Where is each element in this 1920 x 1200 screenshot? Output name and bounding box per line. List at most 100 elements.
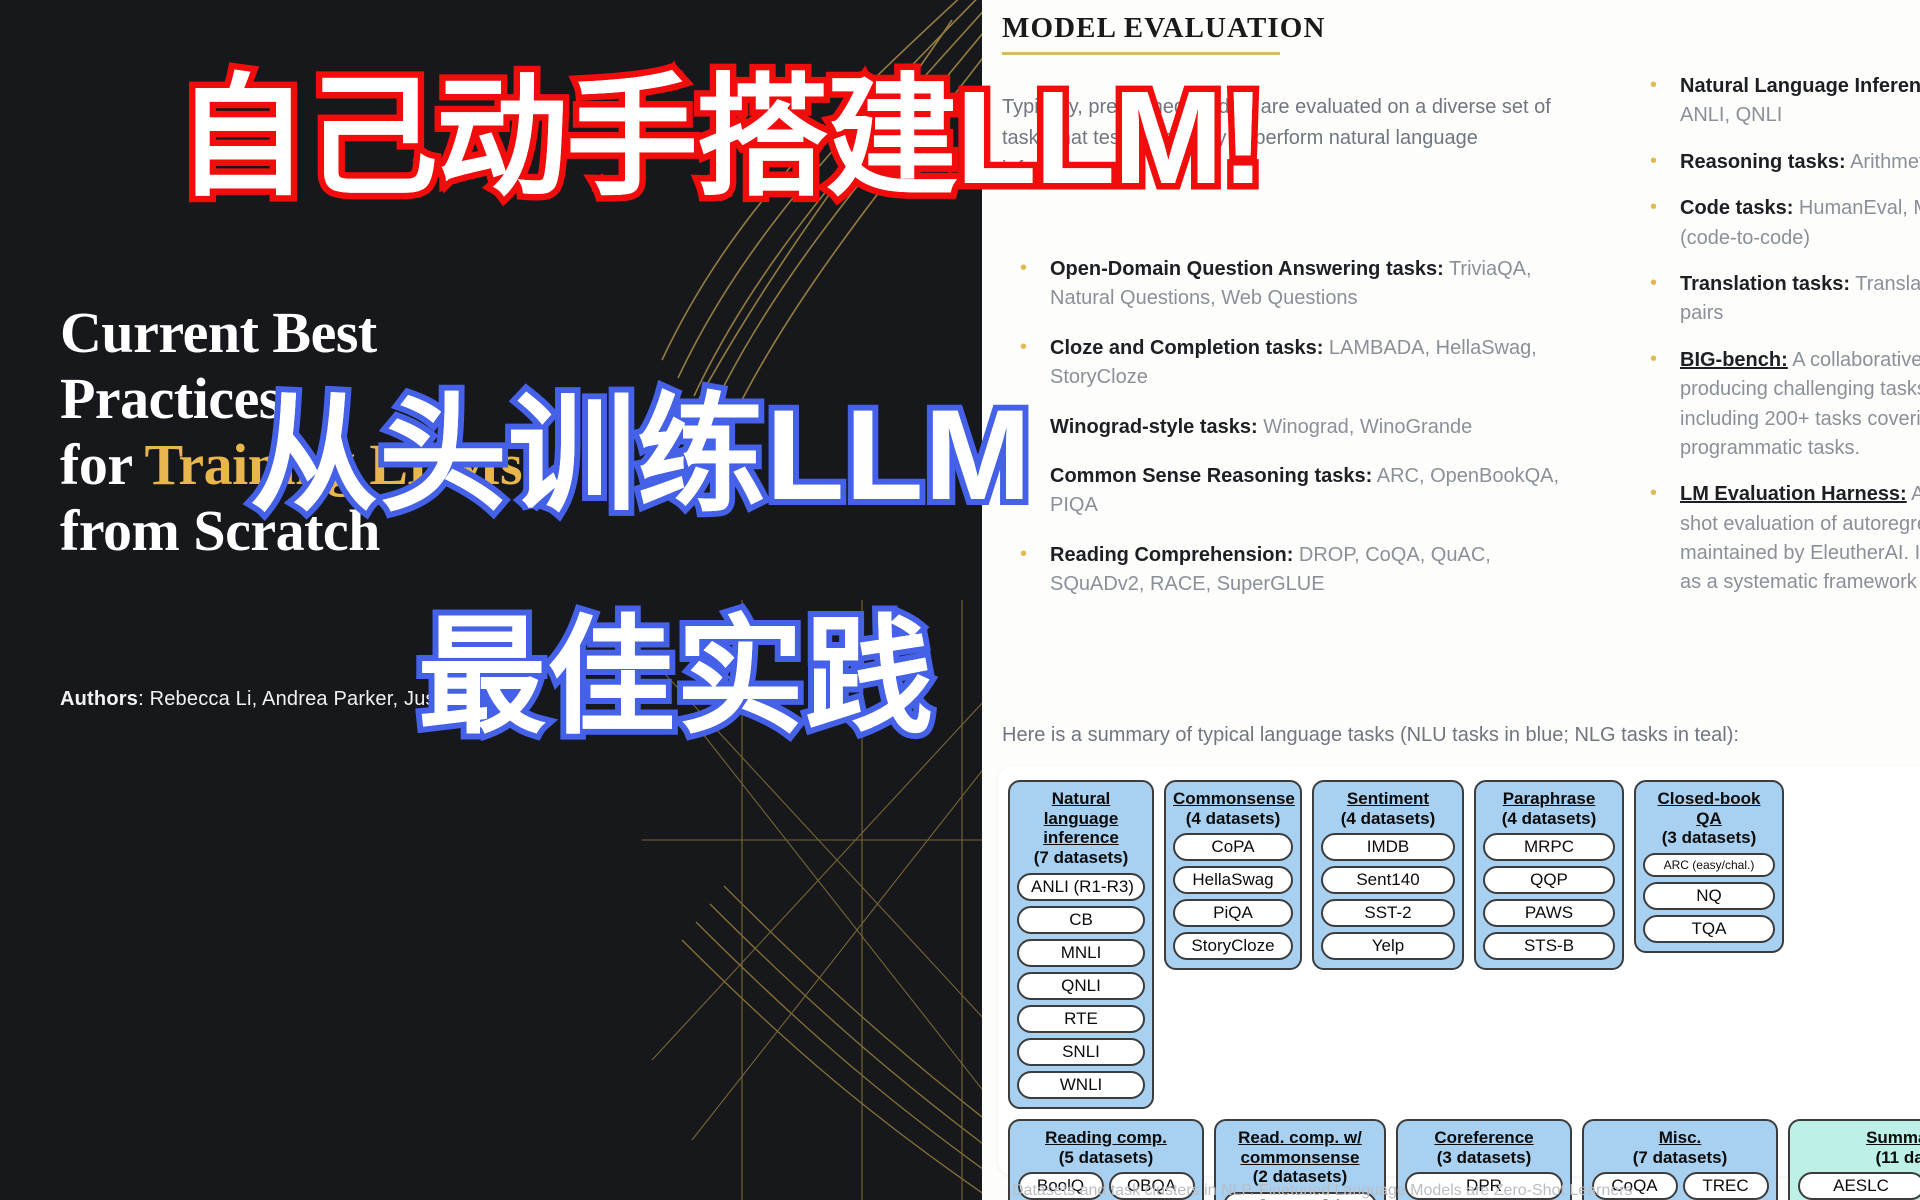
dataset-chip: IMDB bbox=[1321, 833, 1455, 862]
dataset-chip: MRPC bbox=[1483, 833, 1615, 862]
task-cluster-title-text: Commonsense bbox=[1173, 789, 1295, 808]
task-cluster-count: (11 datasets) bbox=[1875, 1147, 1920, 1167]
title-line-2: Practices bbox=[60, 366, 281, 432]
dataset-chip: ANLI (R1-R3) bbox=[1017, 872, 1145, 901]
task-cluster: Natural language inference (7 datasets) AN… bbox=[1008, 780, 1154, 1109]
bullet-item: Code tasks: HumanEval, MBPP, TransCoder … bbox=[1632, 193, 1920, 253]
task-cluster-title-text: Sentiment bbox=[1346, 789, 1430, 808]
bullet-item: LM Evaluation Harness: A framework for f… bbox=[1632, 479, 1920, 598]
task-cluster-title: Closed-book QA (3 datasets) bbox=[1643, 789, 1775, 848]
task-cluster: Closed-book QA (3 datasets) ARC (easy/chal… bbox=[1634, 780, 1784, 954]
title-line-1: Current Best bbox=[60, 300, 377, 365]
dataset-chip: SST-2 bbox=[1321, 899, 1455, 928]
bullet-item-label: LM Evaluation Harness: bbox=[1680, 483, 1907, 506]
dataset-chip: Yelp bbox=[1321, 932, 1455, 961]
bullet-item: BIG-bench: A collaborative benchmark aim… bbox=[1632, 345, 1920, 464]
task-cluster-title-text: Misc. bbox=[1658, 1127, 1702, 1147]
dataset-chip: QQP bbox=[1483, 866, 1615, 895]
diagram-row-1: Natural language inference (7 datasets) AN… bbox=[1008, 780, 1920, 1109]
section-intro-paragraph: Typically, pre-trained models are evalua… bbox=[1002, 96, 1551, 180]
title-line-3-prefix: for bbox=[60, 432, 145, 498]
diagram-caption: Datasets and task clusters in NLP. Finet… bbox=[1012, 1182, 1633, 1199]
dataset-chip: Sent140 bbox=[1321, 866, 1455, 895]
bullet-item: Natural Language Inference tasks: SNLI, … bbox=[1632, 71, 1920, 131]
task-cluster-title: Summarization(11 datasets) bbox=[1797, 1128, 1920, 1167]
dataset-chip: RTE bbox=[1017, 1004, 1145, 1033]
task-cluster-count: (4 datasets) bbox=[1340, 808, 1436, 828]
task-cluster-title: Paraphrase (4 datasets) bbox=[1483, 789, 1615, 828]
bullet-item-label: Natural Language Inference tasks: bbox=[1680, 75, 1920, 97]
bullet-item-label: Reasoning tasks: bbox=[1680, 150, 1846, 173]
document-content: MODEL EVALUATION Typically, pre-trained … bbox=[982, 0, 1920, 1200]
task-cluster-title-text: Coreference bbox=[1434, 1127, 1534, 1147]
authors-label: Authors bbox=[60, 688, 139, 710]
dataset-chip: QNLI bbox=[1017, 971, 1145, 1000]
task-cluster: Sentiment (4 datasets) IMDB Sent140 SST-2 Yel… bbox=[1312, 780, 1464, 971]
bullet-item-text: Winograd, WinoGrande bbox=[1257, 415, 1473, 438]
bullet-item-label: Common Sense Reasoning tasks: bbox=[1050, 464, 1373, 487]
authors-names: : Rebecca Li, Andrea Parker, Justin Tenu… bbox=[138, 688, 525, 710]
task-cluster-title: Natural language inference (7 datasets) bbox=[1017, 789, 1145, 868]
bullet-item: Translation tasks: Translation across la… bbox=[1632, 269, 1920, 329]
bullet-item: Reading Comprehension: DROP, CoQA, QuAC,… bbox=[1002, 540, 1572, 600]
task-cluster-title: Coreference (3 datasets) bbox=[1405, 1128, 1563, 1167]
dataset-chip: CoPA bbox=[1173, 833, 1293, 862]
bullet-item-text: Arithmetic, MATH, GSM8K bbox=[1850, 150, 1920, 173]
dataset-chip-list: MRPC QQP PAWS STS-B bbox=[1483, 833, 1615, 961]
section-heading-rule bbox=[1002, 52, 1280, 55]
dataset-chip: PiQA bbox=[1173, 899, 1293, 928]
title-line-4: from Scratch bbox=[60, 498, 380, 564]
task-cluster-title: Read. comp. w/ commonsense (2 datasets) bbox=[1223, 1128, 1377, 1187]
article-title: Current Best Practices for Training LLMs… bbox=[60, 300, 760, 564]
summary-line: Here is a summary of typical language ta… bbox=[1002, 724, 1739, 746]
dataset-chip: CB bbox=[1017, 905, 1145, 934]
task-cluster: Paraphrase (4 datasets) MRPC QQP PAWS STS-B bbox=[1474, 780, 1624, 971]
bullet-list-right: Natural Language Inference tasks: SNLI, … bbox=[1632, 71, 1920, 615]
dataset-chip: HellaSwag bbox=[1173, 866, 1293, 895]
dataset-chip: WNLI bbox=[1017, 1070, 1145, 1099]
article-cover-panel: Current Best Practices for Training LLMs… bbox=[0, 0, 982, 1200]
task-cluster: Commonsense (4 datasets) CoPA HellaSwag PiQA… bbox=[1164, 780, 1302, 971]
task-cluster-title-text: Read. comp. w/ commonsense bbox=[1238, 1127, 1362, 1167]
bullet-item-label: Winograd-style tasks: bbox=[1050, 415, 1258, 438]
thumbnail-canvas: Current Best Practices for Training LLMs… bbox=[0, 0, 1920, 1200]
task-cluster-count: (3 datasets) bbox=[1661, 828, 1757, 848]
bullet-item: Cloze and Completion tasks: LAMBADA, Hel… bbox=[1002, 333, 1572, 393]
bullet-item-label: Cloze and Completion tasks: bbox=[1050, 336, 1324, 359]
task-cluster-count: (7 datasets) bbox=[1632, 1147, 1728, 1167]
bullet-item-label: BIG-bench: bbox=[1680, 348, 1788, 371]
bullet-item: Reasoning tasks: Arithmetic, MATH, GSM8K bbox=[1632, 147, 1920, 177]
dataset-chip-list: CoPA HellaSwag PiQA StoryCloze bbox=[1173, 833, 1293, 961]
task-cluster-count: (7 datasets) bbox=[1033, 848, 1129, 868]
task-cluster-count: (4 datasets) bbox=[1501, 808, 1597, 828]
bullet-item-label: Translation tasks: bbox=[1680, 272, 1851, 295]
task-cluster-diagram: Natural language inference (7 datasets) AN… bbox=[998, 766, 1920, 1200]
dataset-chip: STS-B bbox=[1483, 932, 1615, 961]
task-cluster-count: (3 datasets) bbox=[1436, 1147, 1532, 1167]
dataset-chip: NQ bbox=[1643, 882, 1775, 911]
task-cluster-count: (4 datasets) bbox=[1185, 808, 1281, 828]
authors-line: Authors: Rebecca Li, Andrea Parker, Just… bbox=[60, 688, 524, 711]
task-cluster-title-text: Closed-book QA bbox=[1657, 789, 1761, 828]
bullet-item-label: Reading Comprehension: bbox=[1050, 543, 1294, 566]
gold-line-decoration bbox=[642, 0, 982, 1200]
dataset-chip: ARC (easy/chal.) bbox=[1643, 853, 1775, 878]
task-cluster-title-text: Reading comp. bbox=[1045, 1127, 1167, 1147]
title-line-3-accent: Training LLMs bbox=[144, 432, 523, 498]
dataset-chip: PAWS bbox=[1483, 899, 1615, 928]
dataset-chip-list: IMDB Sent140 SST-2 Yelp bbox=[1321, 833, 1455, 961]
dataset-chip: TQA bbox=[1643, 915, 1775, 944]
task-cluster-title: Commonsense (4 datasets) bbox=[1173, 789, 1295, 828]
bullet-item-label: Open-Domain Question Answering tasks: bbox=[1050, 258, 1444, 280]
task-cluster-count: (5 datasets) bbox=[1058, 1147, 1154, 1167]
task-cluster-title-text: Summarization bbox=[1866, 1127, 1920, 1147]
task-cluster-title: Misc. (7 datasets) bbox=[1591, 1128, 1769, 1167]
bullet-list-middle: Open-Domain Question Answering tasks: Tr… bbox=[1002, 254, 1572, 620]
dataset-chip-list: ARC (easy/chal.) NQ TQA bbox=[1643, 853, 1775, 944]
dataset-chip-list: ANLI (R1-R3) CB MNLI QNLI RTE SNLI WNLI bbox=[1017, 872, 1145, 1099]
bullet-item: Common Sense Reasoning tasks: ARC, OpenB… bbox=[1002, 461, 1572, 521]
dataset-chip: StoryCloze bbox=[1173, 932, 1293, 961]
bullet-item: Winograd-style tasks: Winograd, WinoGran… bbox=[1002, 412, 1572, 442]
bullet-item: Open-Domain Question Answering tasks: Tr… bbox=[1002, 254, 1572, 314]
task-cluster-title: Reading comp. (5 datasets) bbox=[1017, 1128, 1195, 1167]
